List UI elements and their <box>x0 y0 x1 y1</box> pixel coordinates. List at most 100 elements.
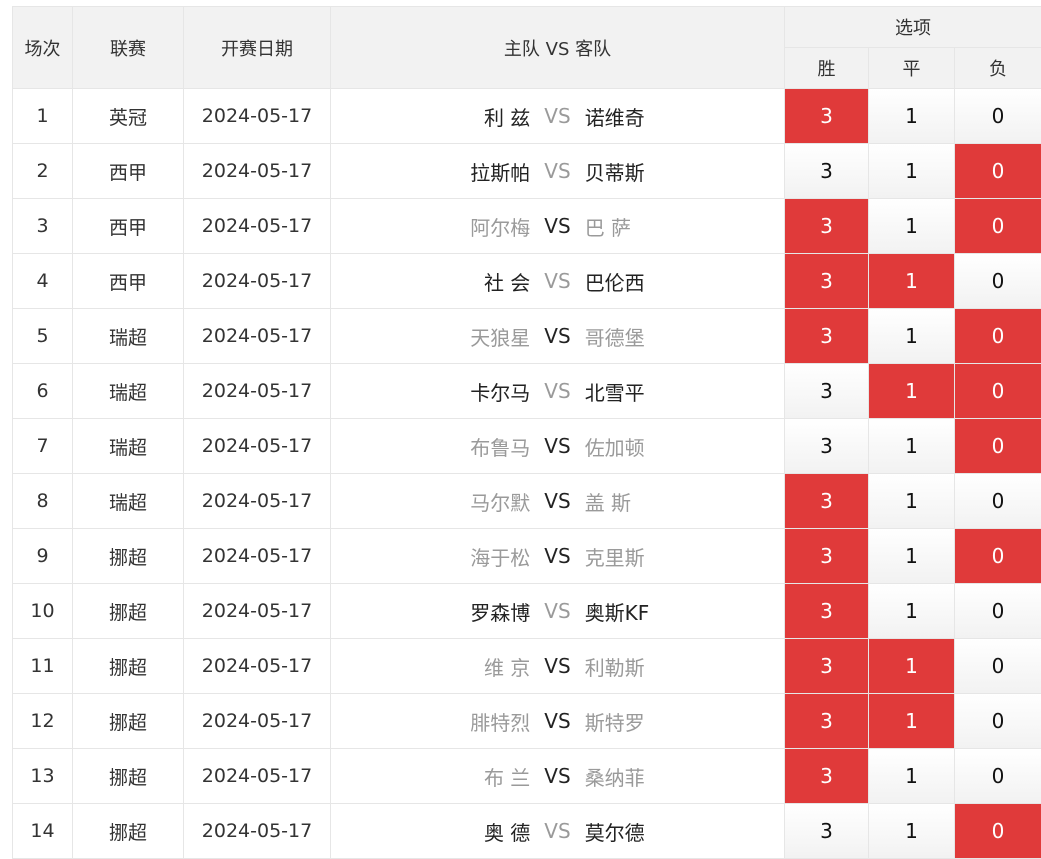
option-win[interactable]: 3 <box>785 804 868 858</box>
option-draw-cell[interactable]: 1 <box>869 199 955 254</box>
option-lose[interactable]: 0 <box>955 144 1041 198</box>
option-win[interactable]: 3 <box>785 364 868 418</box>
option-lose[interactable]: 0 <box>955 419 1041 473</box>
option-draw-cell[interactable]: 1 <box>869 309 955 364</box>
option-draw[interactable]: 1 <box>869 144 954 198</box>
option-lose-cell[interactable]: 0 <box>955 749 1041 804</box>
option-lose-cell[interactable]: 0 <box>955 199 1041 254</box>
option-draw[interactable]: 1 <box>869 694 954 748</box>
option-draw[interactable]: 1 <box>869 474 954 528</box>
option-win[interactable]: 3 <box>785 144 868 198</box>
option-draw[interactable]: 1 <box>869 804 954 858</box>
option-draw-cell[interactable]: 1 <box>869 804 955 859</box>
league-name: 挪超 <box>109 822 147 844</box>
option-win-cell[interactable]: 3 <box>785 474 869 529</box>
away-team: 贝蒂斯 <box>585 157 695 186</box>
date-cell: 2024-05-17 <box>184 144 331 199</box>
option-draw-cell[interactable]: 1 <box>869 584 955 639</box>
away-team: 奥斯KF <box>585 597 695 626</box>
option-lose[interactable]: 0 <box>955 529 1041 583</box>
option-draw-cell[interactable]: 1 <box>869 529 955 584</box>
option-lose[interactable]: 0 <box>955 804 1041 858</box>
option-win-cell[interactable]: 3 <box>785 419 869 474</box>
option-win[interactable]: 3 <box>785 309 868 363</box>
option-lose-cell[interactable]: 0 <box>955 529 1041 584</box>
option-win[interactable]: 3 <box>785 529 868 583</box>
option-draw-cell[interactable]: 1 <box>869 639 955 694</box>
date-cell: 2024-05-17 <box>184 419 331 474</box>
option-lose[interactable]: 0 <box>955 254 1041 308</box>
option-lose[interactable]: 0 <box>955 749 1041 803</box>
option-lose[interactable]: 0 <box>955 474 1041 528</box>
option-lose[interactable]: 0 <box>955 199 1041 253</box>
option-draw-cell[interactable]: 1 <box>869 144 955 199</box>
option-win[interactable]: 3 <box>785 694 868 748</box>
match-no: 9 <box>36 545 48 567</box>
league-name: 英冠 <box>109 107 147 129</box>
option-win-cell[interactable]: 3 <box>785 199 869 254</box>
table-row: 6 瑞超 2024-05-17 卡尔马 VS 北雪平 3 1 0 <box>13 364 1041 419</box>
option-draw-cell[interactable]: 1 <box>869 694 955 749</box>
match-table-wrapper: 场次 联赛 开赛日期 主队 VS 客队 选项 胜 平 负 1 英冠 2024-0… <box>12 6 1041 859</box>
date-cell: 2024-05-17 <box>184 529 331 584</box>
option-draw[interactable]: 1 <box>869 89 954 143</box>
teams: 社 会 VS 巴伦西 <box>331 254 784 308</box>
option-win-cell[interactable]: 3 <box>785 89 869 144</box>
option-lose-cell[interactable]: 0 <box>955 254 1041 309</box>
option-draw[interactable]: 1 <box>869 199 954 253</box>
option-win-cell[interactable]: 3 <box>785 254 869 309</box>
option-win[interactable]: 3 <box>785 199 868 253</box>
option-win[interactable]: 3 <box>785 474 868 528</box>
option-draw[interactable]: 1 <box>869 639 954 693</box>
option-draw[interactable]: 1 <box>869 364 954 418</box>
home-team: 阿尔梅 <box>420 212 530 241</box>
option-draw[interactable]: 1 <box>869 584 954 638</box>
vs-label: VS <box>544 819 570 843</box>
option-lose[interactable]: 0 <box>955 309 1041 363</box>
option-draw-cell[interactable]: 1 <box>869 364 955 419</box>
option-lose[interactable]: 0 <box>955 89 1041 143</box>
option-lose-cell[interactable]: 0 <box>955 309 1041 364</box>
option-lose-cell[interactable]: 0 <box>955 804 1041 859</box>
option-win-cell[interactable]: 3 <box>785 309 869 364</box>
option-draw[interactable]: 1 <box>869 749 954 803</box>
option-win[interactable]: 3 <box>785 749 868 803</box>
option-win[interactable]: 3 <box>785 584 868 638</box>
option-lose-cell[interactable]: 0 <box>955 419 1041 474</box>
option-win[interactable]: 3 <box>785 89 868 143</box>
option-lose-cell[interactable]: 0 <box>955 89 1041 144</box>
option-draw-cell[interactable]: 1 <box>869 89 955 144</box>
option-draw-cell[interactable]: 1 <box>869 419 955 474</box>
option-lose[interactable]: 0 <box>955 364 1041 418</box>
teams: 利 兹 VS 诺维奇 <box>331 89 784 143</box>
away-team: 巴 萨 <box>585 212 695 241</box>
option-draw[interactable]: 1 <box>869 419 954 473</box>
option-lose[interactable]: 0 <box>955 584 1041 638</box>
option-win[interactable]: 3 <box>785 254 868 308</box>
option-win-cell[interactable]: 3 <box>785 584 869 639</box>
option-win[interactable]: 3 <box>785 639 868 693</box>
option-draw-cell[interactable]: 1 <box>869 474 955 529</box>
teams-cell: 马尔默 VS 盖 斯 <box>331 474 785 529</box>
option-draw[interactable]: 1 <box>869 529 954 583</box>
option-lose-cell[interactable]: 0 <box>955 639 1041 694</box>
option-win-cell[interactable]: 3 <box>785 694 869 749</box>
option-win-cell[interactable]: 3 <box>785 804 869 859</box>
option-win-cell[interactable]: 3 <box>785 749 869 804</box>
option-win-cell[interactable]: 3 <box>785 639 869 694</box>
option-draw[interactable]: 1 <box>869 254 954 308</box>
option-lose-cell[interactable]: 0 <box>955 144 1041 199</box>
option-lose[interactable]: 0 <box>955 694 1041 748</box>
option-draw[interactable]: 1 <box>869 309 954 363</box>
option-draw-cell[interactable]: 1 <box>869 254 955 309</box>
option-win-cell[interactable]: 3 <box>785 364 869 419</box>
option-lose-cell[interactable]: 0 <box>955 694 1041 749</box>
option-lose[interactable]: 0 <box>955 639 1041 693</box>
option-lose-cell[interactable]: 0 <box>955 584 1041 639</box>
option-win-cell[interactable]: 3 <box>785 144 869 199</box>
option-lose-cell[interactable]: 0 <box>955 474 1041 529</box>
option-win-cell[interactable]: 3 <box>785 529 869 584</box>
option-win[interactable]: 3 <box>785 419 868 473</box>
option-lose-cell[interactable]: 0 <box>955 364 1041 419</box>
option-draw-cell[interactable]: 1 <box>869 749 955 804</box>
